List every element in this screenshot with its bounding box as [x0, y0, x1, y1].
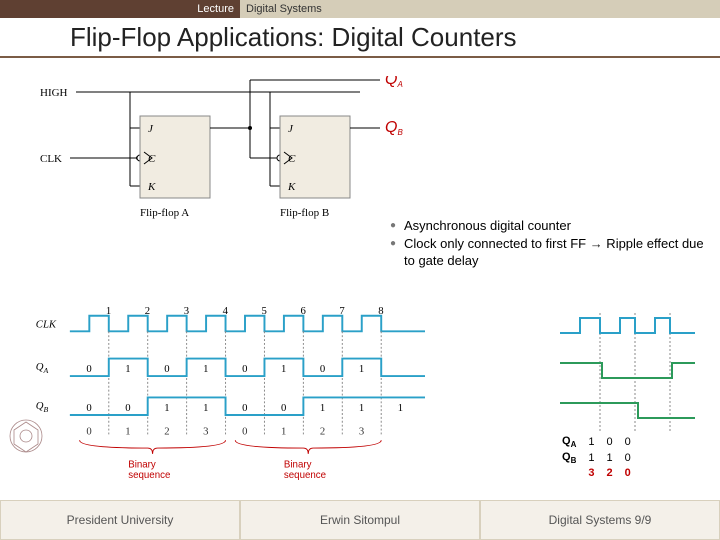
lecture-label: Lecture — [0, 0, 240, 18]
svg-text:C: C — [148, 153, 156, 165]
bullet-list: Asynchronous digital counter Clock only … — [390, 218, 710, 271]
svg-text:1: 1 — [106, 306, 111, 317]
svg-text:1: 1 — [164, 402, 169, 414]
brace-label-1: Binarysequence — [128, 460, 170, 482]
svg-text:3: 3 — [359, 425, 364, 437]
university-logo-icon — [8, 418, 44, 454]
svg-text:CLK: CLK — [36, 318, 57, 330]
timing-diagram: CLK 1 2 3 4 5 6 7 8 QA — [30, 306, 460, 486]
svg-text:0: 0 — [125, 402, 130, 414]
svg-text:1: 1 — [359, 363, 364, 375]
svg-text:5: 5 — [262, 306, 267, 317]
circuit-diagram: HIGH CLK J C K Flip-flop A — [40, 76, 420, 246]
svg-text:7: 7 — [339, 306, 345, 317]
svg-text:0: 0 — [86, 363, 91, 375]
svg-text:1: 1 — [281, 425, 286, 437]
state-table: QA 1 0 0 QB 1 1 0 3 2 0 — [555, 433, 638, 481]
high-label: HIGH — [40, 87, 68, 99]
svg-text:1: 1 — [203, 363, 208, 375]
svg-text:2: 2 — [145, 306, 150, 317]
svg-text:0: 0 — [242, 402, 247, 414]
arrow-icon: → — [590, 236, 603, 251]
svg-text:0: 0 — [164, 363, 169, 375]
svg-text:1: 1 — [398, 402, 403, 414]
svg-text:QB: QB — [36, 400, 49, 414]
svg-text:1: 1 — [203, 402, 208, 414]
bullet-2: Clock only connected to first FF → Rippl… — [390, 236, 710, 269]
ffa-label: Flip-flop A — [140, 207, 189, 219]
page-title: Flip-Flop Applications: Digital Counters — [70, 22, 517, 53]
svg-text:0: 0 — [281, 402, 286, 414]
svg-text:K: K — [147, 181, 156, 193]
mini-waveform — [560, 313, 700, 433]
svg-text:2: 2 — [164, 425, 169, 437]
qb-output-label: QB — [385, 119, 403, 137]
footer: President University Erwin Sitompul Digi… — [0, 500, 720, 540]
clk-label: CLK — [40, 153, 62, 165]
svg-text:8: 8 — [378, 306, 383, 317]
brace-label-2: Binarysequence — [284, 460, 326, 482]
svg-text:1: 1 — [320, 402, 325, 414]
svg-text:C: C — [288, 153, 296, 165]
footer-center: Erwin Sitompul — [240, 500, 480, 540]
footer-left: President University — [0, 500, 240, 540]
qa-output-label: QA — [385, 76, 403, 89]
svg-text:0: 0 — [320, 363, 325, 375]
svg-text:2: 2 — [320, 425, 325, 437]
ffb-label: Flip-flop B — [280, 207, 329, 219]
svg-text:K: K — [287, 181, 296, 193]
svg-text:1: 1 — [125, 425, 130, 437]
course-name: Digital Systems — [240, 0, 720, 18]
svg-text:0: 0 — [242, 425, 247, 437]
svg-text:1: 1 — [281, 363, 286, 375]
svg-text:3: 3 — [203, 425, 208, 437]
svg-text:3: 3 — [184, 306, 189, 317]
bullet-1: Asynchronous digital counter — [390, 218, 710, 234]
svg-text:0: 0 — [242, 363, 247, 375]
svg-text:1: 1 — [359, 402, 364, 414]
svg-text:4: 4 — [223, 306, 229, 317]
svg-text:QA: QA — [36, 361, 49, 375]
footer-right: Digital Systems 9/9 — [480, 500, 720, 540]
svg-text:0: 0 — [86, 425, 91, 437]
svg-text:6: 6 — [300, 306, 306, 317]
svg-text:0: 0 — [86, 402, 91, 414]
svg-text:1: 1 — [125, 363, 130, 375]
